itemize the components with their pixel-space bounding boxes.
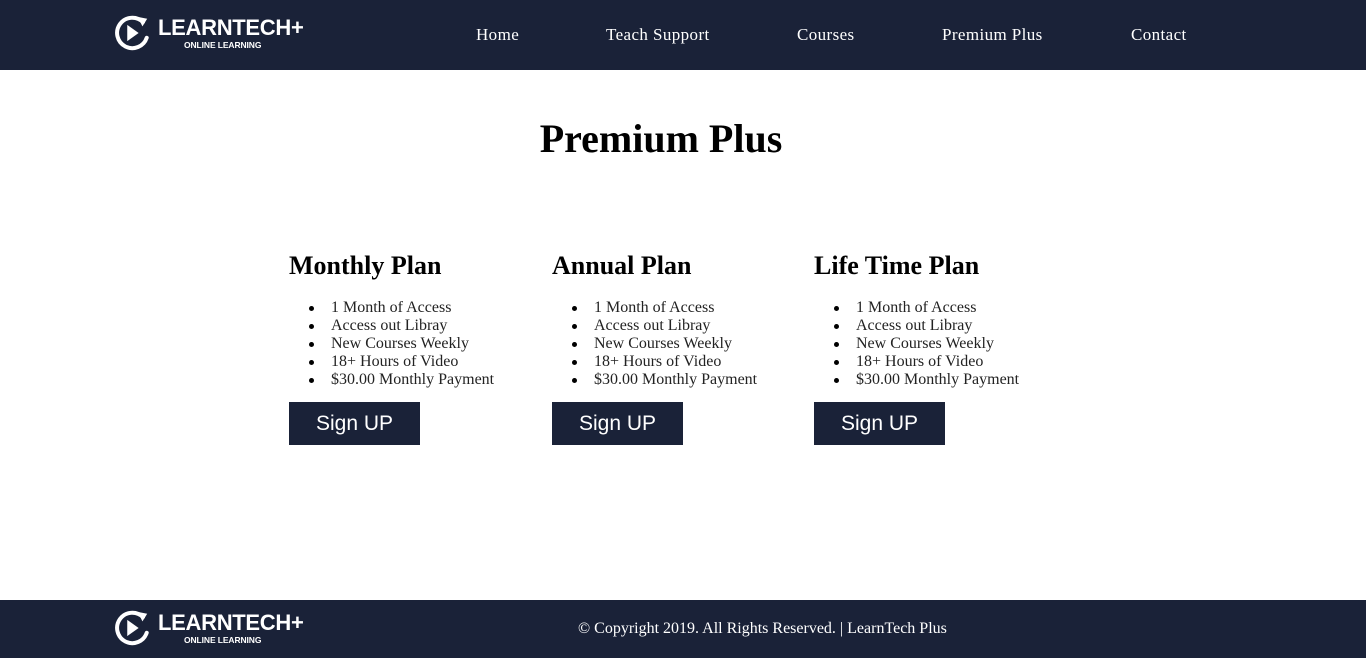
plan-card-annual: Annual Plan 1 Month of Access Access out… [552, 250, 802, 445]
plan-feature: Access out Libray [572, 317, 802, 335]
plan-title: Life Time Plan [814, 251, 980, 280]
plan-feature-list: 1 Month of Access Access out Libray New … [289, 299, 539, 389]
sign-up-button-annual[interactable]: Sign UP [552, 402, 683, 445]
plan-feature: $30.00 Monthly Payment [309, 371, 539, 389]
plan-feature: 18+ Hours of Video [309, 353, 539, 371]
brand-name: LEARNTECH+ [158, 609, 304, 635]
brand-logo[interactable]: LEARNTECH+ ONLINE LEARNING [113, 13, 304, 53]
sign-up-button-lifetime[interactable]: Sign UP [814, 402, 945, 445]
play-icon [115, 610, 149, 646]
nav-link-home[interactable]: Home [476, 24, 519, 46]
plan-card-monthly: Monthly Plan 1 Month of Access Access ou… [289, 250, 539, 445]
plan-feature-list: 1 Month of Access Access out Libray New … [552, 299, 802, 389]
brand-tagline: ONLINE LEARNING [184, 39, 262, 50]
brand-tagline: ONLINE LEARNING [184, 634, 262, 645]
site-footer: LEARNTECH+ ONLINE LEARNING © Copyright 2… [0, 600, 1366, 658]
play-icon [115, 15, 149, 51]
plan-feature: 18+ Hours of Video [572, 353, 802, 371]
plan-feature: New Courses Weekly [572, 335, 802, 353]
plan-card-lifetime: Life Time Plan 1 Month of Access Access … [814, 250, 1064, 445]
plan-title: Annual Plan [552, 251, 692, 280]
sign-up-button-monthly[interactable]: Sign UP [289, 402, 420, 445]
brand-name: LEARNTECH+ [158, 14, 304, 40]
plan-feature: 1 Month of Access [309, 299, 539, 317]
nav-link-contact[interactable]: Contact [1131, 24, 1187, 46]
plan-feature: Access out Libray [309, 317, 539, 335]
plan-feature: 18+ Hours of Video [834, 353, 1064, 371]
footer-brand-logo[interactable]: LEARNTECH+ ONLINE LEARNING [113, 608, 304, 648]
page-title: Premium Plus [539, 116, 783, 161]
plan-feature: 1 Month of Access [834, 299, 1064, 317]
plan-title: Monthly Plan [289, 251, 442, 280]
nav-link-premium-plus[interactable]: Premium Plus [942, 24, 1043, 46]
plan-feature: $30.00 Monthly Payment [572, 371, 802, 389]
plan-feature: New Courses Weekly [834, 335, 1064, 353]
plan-feature: Access out Libray [834, 317, 1064, 335]
plan-feature-list: 1 Month of Access Access out Libray New … [814, 299, 1064, 389]
plan-feature: 1 Month of Access [572, 299, 802, 317]
nav-link-teach-support[interactable]: Teach Support [606, 24, 710, 46]
plan-feature: $30.00 Monthly Payment [834, 371, 1064, 389]
site-header: LEARNTECH+ ONLINE LEARNING Home Teach Su… [0, 0, 1366, 70]
plan-feature: New Courses Weekly [309, 335, 539, 353]
copyright-text: © Copyright 2019. All Rights Reserved. |… [578, 620, 947, 637]
nav-link-courses[interactable]: Courses [797, 24, 855, 46]
